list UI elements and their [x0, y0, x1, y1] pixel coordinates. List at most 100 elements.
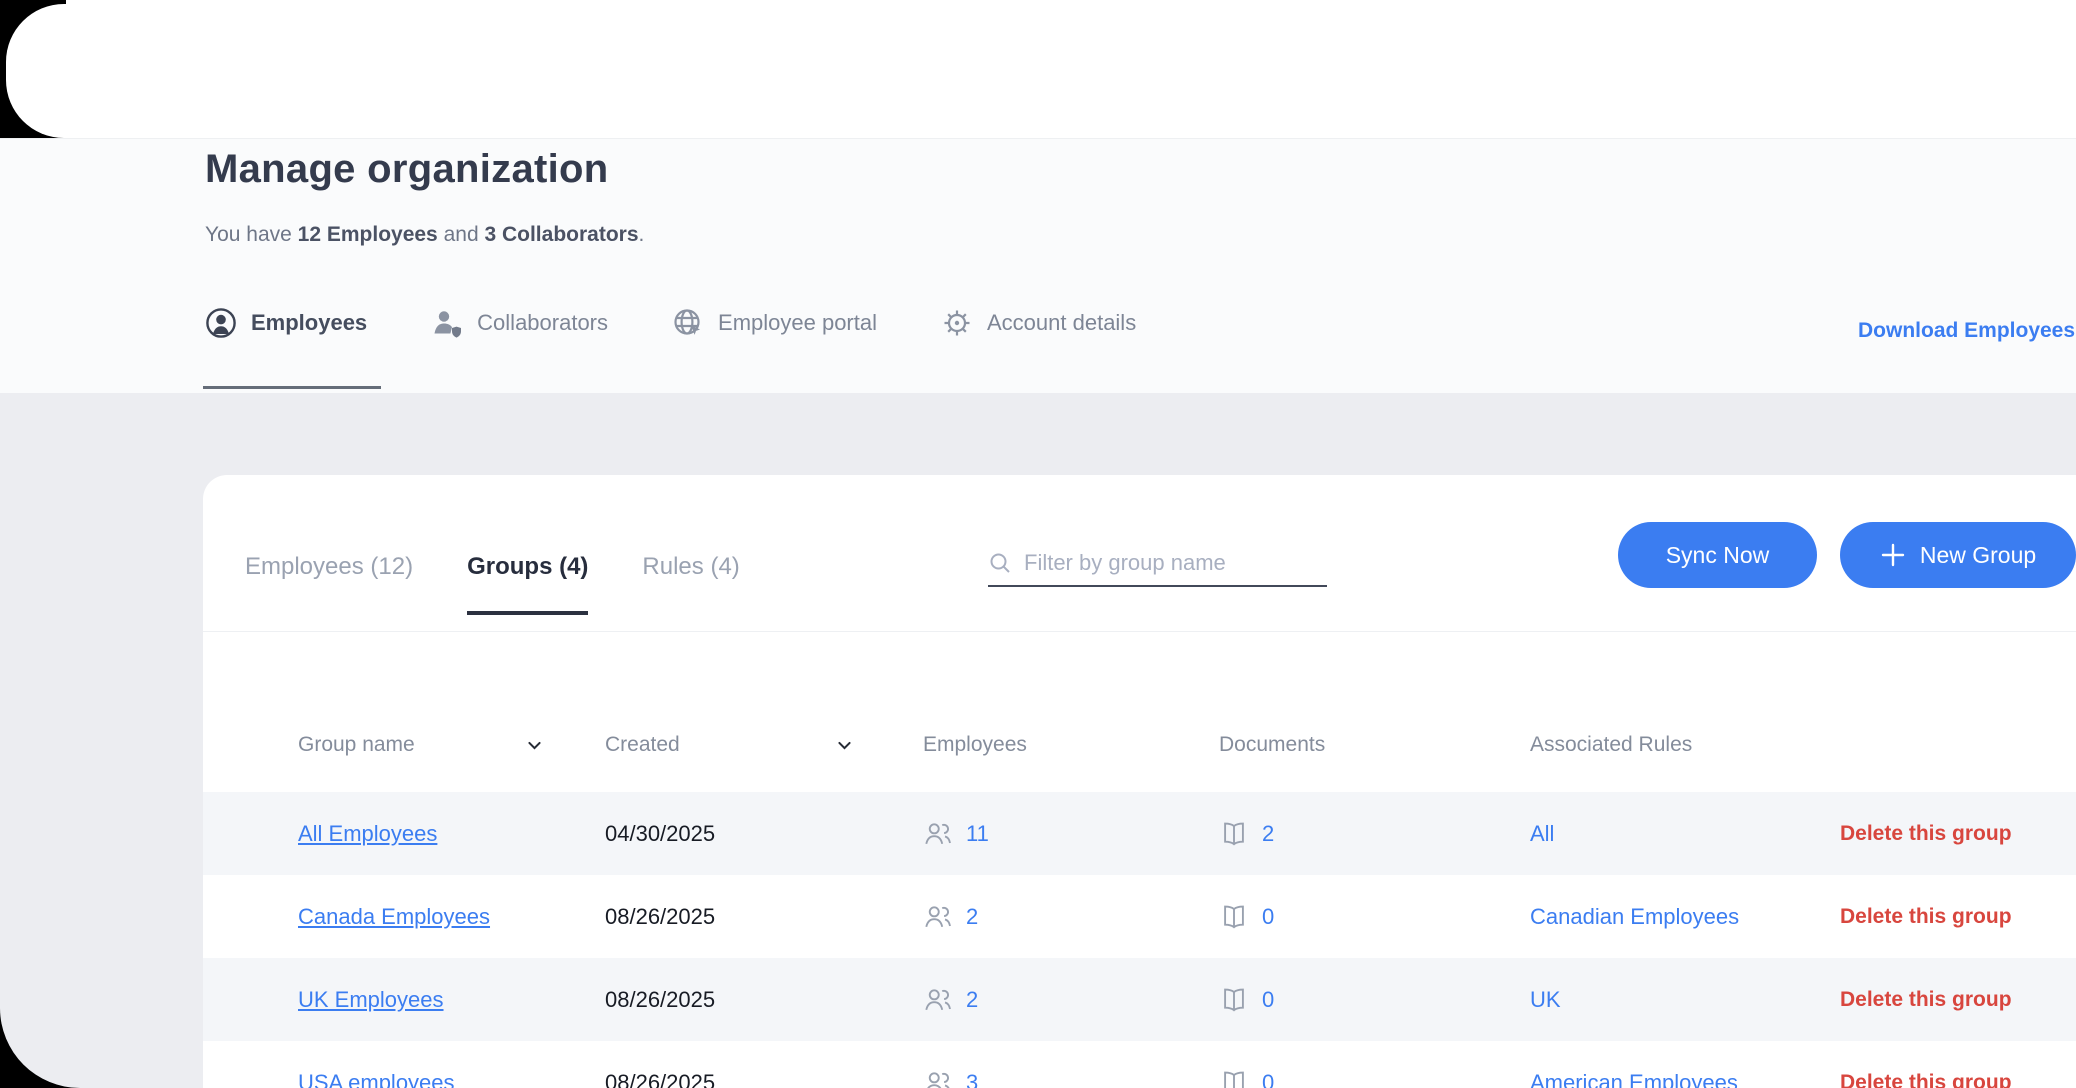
search-icon — [988, 551, 1012, 575]
group-name-cell: USA employees — [298, 1070, 605, 1088]
column-header-employees: Employees — [923, 733, 1219, 757]
card-tab-bar: Employees (12) Groups (4) Rules (4) — [245, 553, 740, 615]
employees-cell: 3 — [923, 1068, 1219, 1088]
created-cell: 04/30/2025 — [605, 821, 923, 847]
active-tab-underline — [203, 386, 381, 389]
group-name-link[interactable]: All Employees — [298, 821, 437, 847]
created-date: 08/26/2025 — [605, 904, 715, 930]
subtitle-text: You have — [205, 223, 298, 246]
table-row: UK Employees 08/26/2025 2 0 UK Delete — [203, 958, 2076, 1041]
card-header-divider — [203, 631, 2076, 632]
associated-rules-cell: UK — [1530, 987, 1840, 1013]
employee-count-link[interactable]: 2 — [966, 987, 978, 1013]
tab-employees[interactable]: Employees — [205, 307, 367, 339]
created-cell: 08/26/2025 — [605, 904, 923, 930]
documents-cell: 0 — [1219, 1068, 1530, 1088]
created-cell: 08/26/2025 — [605, 987, 923, 1013]
group-name-link[interactable]: USA employees — [298, 1070, 455, 1088]
column-label: Group name — [298, 733, 415, 757]
document-count-link[interactable]: 0 — [1262, 1070, 1274, 1088]
chevron-down-icon — [836, 737, 853, 754]
employee-count-link[interactable]: 11 — [966, 821, 989, 847]
employee-count-link[interactable]: 3 — [966, 1070, 978, 1088]
table-row: USA employees 08/26/2025 3 0 American Em… — [203, 1041, 2076, 1088]
actions-cell: Delete this group — [1840, 1071, 2076, 1088]
page-header: Manage organization You have 12 Employee… — [0, 138, 2076, 393]
group-name-cell: UK Employees — [298, 987, 605, 1013]
sync-now-button[interactable]: Sync Now — [1618, 522, 1817, 588]
actions-cell: Delete this group — [1840, 822, 2076, 846]
group-name-link[interactable]: Canada Employees — [298, 904, 490, 930]
column-header-associated-rules: Associated Rules — [1530, 733, 1840, 757]
new-group-button[interactable]: New Group — [1840, 522, 2076, 588]
book-icon — [1219, 1068, 1249, 1088]
person-circle-icon — [205, 307, 237, 339]
associated-rules-cell: All — [1530, 821, 1840, 847]
delete-group-link[interactable]: Delete this group — [1840, 1071, 2012, 1088]
book-icon — [1219, 985, 1249, 1015]
page-subtitle: You have 12 Employees and 3 Collaborator… — [205, 223, 644, 247]
plus-icon — [1880, 542, 1906, 568]
employee-count-link[interactable]: 2 — [966, 904, 978, 930]
actions-cell: Delete this group — [1840, 988, 2076, 1012]
top-band — [0, 0, 2076, 138]
globe-cursor-icon — [672, 307, 704, 339]
documents-cell: 0 — [1219, 902, 1530, 932]
tab-employee-portal[interactable]: Employee portal — [672, 307, 877, 339]
column-header-group-name[interactable]: Group name — [298, 733, 605, 757]
column-label: Created — [605, 733, 680, 757]
document-count-link[interactable]: 0 — [1262, 904, 1274, 930]
download-employees-link[interactable]: Download Employees — [1858, 319, 2075, 343]
group-name-cell: Canada Employees — [298, 904, 605, 930]
documents-cell: 0 — [1219, 985, 1530, 1015]
created-date: 08/26/2025 — [605, 987, 715, 1013]
table-header: Group name Created Employees Documents A… — [203, 720, 2076, 770]
employees-cell: 2 — [923, 985, 1219, 1015]
people-icon — [923, 985, 953, 1015]
tab-groups-count[interactable]: Groups (4) — [467, 553, 588, 615]
document-count-link[interactable]: 0 — [1262, 987, 1274, 1013]
document-count-link[interactable]: 2 — [1262, 821, 1274, 847]
created-date: 08/26/2025 — [605, 1070, 715, 1088]
group-name-cell: All Employees — [298, 821, 605, 847]
tab-collaborators[interactable]: Collaborators — [431, 307, 608, 339]
group-filter-field[interactable] — [988, 541, 1327, 587]
associated-rule-link[interactable]: UK — [1530, 987, 1561, 1013]
tab-employees-count[interactable]: Employees (12) — [245, 553, 413, 611]
delete-group-link[interactable]: Delete this group — [1840, 988, 2012, 1012]
tab-rules-count[interactable]: Rules (4) — [642, 553, 739, 611]
tab-account-details[interactable]: Account details — [941, 307, 1136, 339]
delete-group-link[interactable]: Delete this group — [1840, 822, 2012, 846]
group-name-link[interactable]: UK Employees — [298, 987, 444, 1013]
subtitle-text: . — [639, 223, 645, 246]
associated-rule-link[interactable]: All — [1530, 821, 1554, 847]
actions-cell: Delete this group — [1840, 905, 2076, 929]
created-cell: 08/26/2025 — [605, 1070, 923, 1088]
book-icon — [1219, 819, 1249, 849]
chevron-down-icon — [526, 737, 543, 754]
table-body: All Employees 04/30/2025 11 2 All Dele — [203, 792, 2076, 1088]
column-label: Documents — [1219, 733, 1325, 757]
associated-rules-cell: Canadian Employees — [1530, 904, 1840, 930]
person-shield-icon — [431, 307, 463, 339]
tab-label: Collaborators — [477, 310, 608, 336]
column-label: Associated Rules — [1530, 733, 1692, 757]
button-label: New Group — [1920, 542, 2036, 569]
collaborator-count-text: 3 Collaborators — [484, 223, 638, 246]
book-icon — [1219, 902, 1249, 932]
groups-card: Employees (12) Groups (4) Rules (4) Sync… — [203, 475, 2076, 1088]
delete-group-link[interactable]: Delete this group — [1840, 905, 2012, 929]
column-header-created[interactable]: Created — [605, 733, 923, 757]
created-date: 04/30/2025 — [605, 821, 715, 847]
employees-cell: 11 — [923, 819, 1219, 849]
people-icon — [923, 819, 953, 849]
people-icon — [923, 902, 953, 932]
tab-label: Employee portal — [718, 310, 877, 336]
associated-rule-link[interactable]: Canadian Employees — [1530, 904, 1739, 930]
tab-label: Employees — [251, 310, 367, 336]
table-row: Canada Employees 08/26/2025 2 0 Canadian… — [203, 875, 2076, 958]
group-filter-input[interactable] — [1024, 550, 1327, 576]
associated-rule-link[interactable]: American Employees — [1530, 1070, 1738, 1088]
employees-cell: 2 — [923, 902, 1219, 932]
subtitle-text: and — [438, 223, 485, 246]
